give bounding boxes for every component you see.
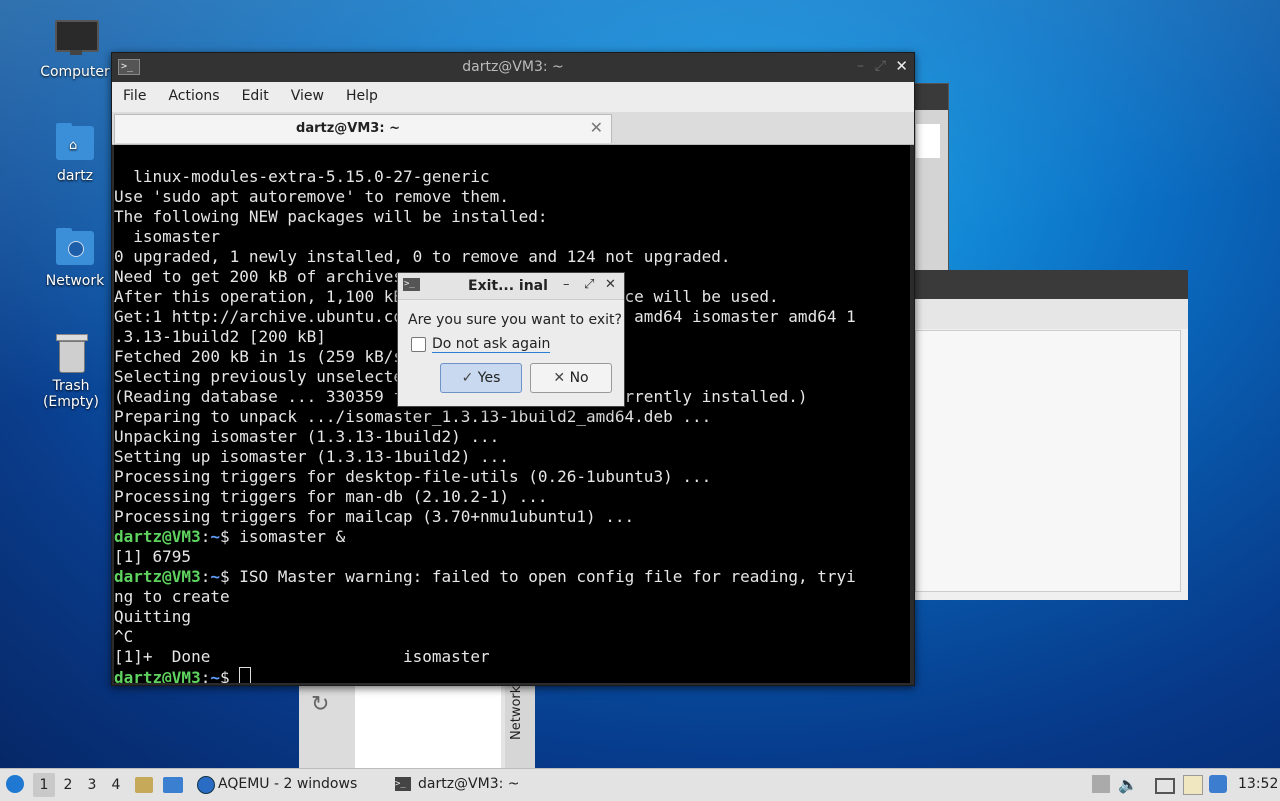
do-not-ask-label[interactable]: Do not ask again: [432, 336, 551, 353]
desktop-icon-network[interactable]: Network: [30, 227, 120, 289]
desktop-icon-computer[interactable]: Computer: [30, 18, 120, 80]
terminal-line: Unpacking isomaster (1.3.13-1build2) ...: [114, 427, 500, 446]
tab-bar: dartz@VM3: ~ ✕: [112, 112, 914, 145]
taskbar-item-terminal[interactable]: >_ dartz@VM3: ~: [390, 769, 580, 801]
terminal-line: [1] 6795: [114, 547, 192, 566]
background-window-2[interactable]: [905, 270, 1188, 600]
menu-actions[interactable]: Actions: [157, 88, 230, 104]
computer-icon: [54, 18, 99, 58]
command-text: ISO Master warning: failed to open confi…: [229, 567, 856, 586]
menu-edit[interactable]: Edit: [231, 88, 280, 104]
prompt-sign: $: [219, 567, 230, 586]
prompt-sign: $: [219, 527, 230, 546]
terminal-line: The following NEW packages will be insta…: [114, 207, 548, 226]
taskbar: 1 2 3 4 AQEMU - 2 windows >_ dartz@VM3: …: [0, 768, 1280, 801]
no-button[interactable]: ✕ No: [530, 363, 612, 393]
eject-icon[interactable]: [1092, 775, 1110, 793]
trash-icon: [50, 332, 92, 373]
terminal-line: [1]+ Done isomaster: [114, 647, 490, 666]
taskbar-item-label: AQEMU - 2 windows: [218, 776, 358, 792]
prompt-path: ~: [210, 567, 220, 586]
terminal-output[interactable]: linux-modules-extra-5.15.0-27-generic Use…: [114, 145, 910, 683]
clock: 13:52: [1238, 776, 1279, 792]
terminal-line: isomaster: [114, 227, 220, 246]
terminal-prompt-line: dartz@VM3:~$ ISO Master warning: failed …: [114, 567, 856, 586]
terminal-line: Processing triggers for man-db (2.10.2-1…: [114, 487, 548, 506]
do-not-ask-checkbox[interactable]: [411, 337, 426, 352]
check-icon: ✓: [461, 370, 478, 386]
prompt-sign: $: [219, 668, 230, 683]
display-icon[interactable]: [1155, 778, 1175, 794]
maximize-icon[interactable]: ⤢: [875, 58, 886, 74]
desktop-icon-trash[interactable]: Trash (Empty): [26, 332, 116, 410]
workspace-4[interactable]: 4: [105, 773, 127, 797]
desktop-icon-home[interactable]: ⌂ dartz: [30, 122, 120, 184]
terminal-icon: >_: [395, 777, 411, 791]
terminal-line: linux-modules-extra-5.15.0-27-generic: [114, 167, 490, 186]
show-desktop-icon[interactable]: [163, 777, 183, 793]
refresh-icon[interactable]: ↻: [311, 694, 333, 716]
terminal-line: Processing triggers for mailcap (3.70+nm…: [114, 507, 635, 526]
window-title: dartz@VM3: ~: [462, 59, 564, 75]
terminal-line: 0 upgraded, 1 newly installed, 0 to remo…: [114, 247, 731, 266]
clipboard-icon[interactable]: [1183, 775, 1203, 795]
background-window-3[interactable]: ↻ Network: [299, 680, 535, 768]
terminal-prompt-line: dartz@VM3:~$ isomaster &: [114, 527, 346, 546]
terminal-line: Use 'sudo apt autoremove' to remove them…: [114, 187, 509, 206]
terminal-titlebar[interactable]: >_ dartz@VM3: ~ – ⤢ ✕: [112, 53, 914, 82]
prompt-user: dartz@VM3: [114, 668, 201, 683]
terminal-line: Preparing to unpack .../isomaster_1.3.13…: [114, 407, 712, 426]
terminal-tab[interactable]: dartz@VM3: ~ ✕: [114, 114, 612, 143]
menu-help[interactable]: Help: [335, 88, 389, 104]
menu-file[interactable]: File: [112, 88, 157, 104]
network-folder-icon: [54, 227, 96, 267]
workspace-2[interactable]: 2: [57, 773, 79, 797]
workspace-1[interactable]: 1: [33, 773, 55, 797]
tab-label: dartz@VM3: ~: [296, 121, 400, 136]
desktop-icon-label: Computer: [40, 64, 110, 80]
menu-bar: File Actions Edit View Help: [112, 82, 914, 112]
no-label: No: [569, 370, 589, 386]
dialog-title: Exit... inal: [468, 278, 548, 294]
terminal-line: ^C: [114, 627, 134, 646]
desktop-icon-label: Trash (Empty): [42, 378, 100, 410]
desktop-icon-label: Network: [45, 273, 105, 289]
command-text: isomaster &: [229, 527, 346, 546]
maximize-icon[interactable]: ⤢: [584, 277, 594, 292]
desktop-icon-label: dartz: [56, 168, 94, 184]
text-cursor: [239, 667, 252, 683]
prompt-user: dartz@VM3: [114, 567, 201, 586]
prompt-path: ~: [210, 668, 220, 683]
workspace-3[interactable]: 3: [81, 773, 103, 797]
taskbar-item-label: dartz@VM3: ~: [418, 776, 520, 792]
file-manager-icon[interactable]: [135, 777, 153, 793]
prompt-path: ~: [210, 527, 220, 546]
volume-icon[interactable]: 🔈: [1118, 775, 1138, 794]
terminal-line: ng to create: [114, 587, 230, 606]
terminal-line: Processing triggers for desktop-file-uti…: [114, 467, 712, 486]
network-side-tab[interactable]: Network: [509, 686, 524, 740]
dialog-titlebar[interactable]: >_ Exit... inal – ⤢ ✕: [398, 273, 624, 300]
close-icon[interactable]: ✕: [895, 57, 908, 75]
dialog-question: Are you sure you want to exit?: [408, 312, 622, 328]
home-folder-icon: ⌂: [54, 122, 96, 162]
minimize-icon[interactable]: –: [563, 277, 570, 292]
aqemu-icon: [197, 776, 215, 794]
prompt-user: dartz@VM3: [114, 527, 201, 546]
yes-button[interactable]: ✓ Yes: [440, 363, 522, 393]
menu-view[interactable]: View: [280, 88, 335, 104]
update-icon[interactable]: [1209, 775, 1227, 793]
exit-dialog[interactable]: >_ Exit... inal – ⤢ ✕ Are you sure you w…: [397, 272, 625, 407]
terminal-line: Quitting: [114, 607, 192, 626]
tab-close-icon[interactable]: ✕: [590, 118, 603, 137]
minimize-icon[interactable]: –: [857, 58, 864, 74]
terminal-prompt-line[interactable]: dartz@VM3:~$: [114, 667, 910, 683]
taskbar-item-aqemu[interactable]: AQEMU - 2 windows: [192, 769, 382, 801]
start-menu-icon[interactable]: [6, 775, 24, 793]
terminal-line: Setting up isomaster (1.3.13-1build2) ..…: [114, 447, 509, 466]
cross-icon: ✕: [553, 370, 570, 386]
terminal-icon: >_: [403, 278, 420, 291]
yes-label: Yes: [477, 370, 501, 386]
close-icon[interactable]: ✕: [605, 277, 616, 292]
